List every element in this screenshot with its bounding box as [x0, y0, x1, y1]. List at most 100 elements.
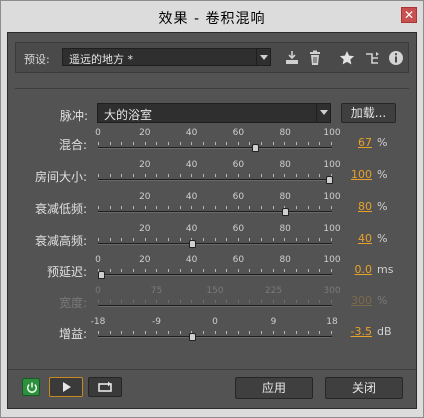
tick-mark — [144, 238, 146, 241]
close-button[interactable]: 关闭 — [325, 377, 403, 399]
tick-mark — [249, 331, 251, 334]
room-size-label: 房间大小: — [34, 170, 87, 184]
tick-mark — [144, 142, 146, 145]
load-impulse-button[interactable]: 加载... — [341, 103, 396, 123]
effect-window: 效果 - 卷积混响 ✕ 预设: 遥远的地方 * 脉冲: 大的浴室 加载... 混… — [0, 0, 424, 418]
tick-label: 20 — [139, 255, 151, 265]
mix-slider[interactable] — [98, 141, 332, 153]
tick-mark — [98, 174, 99, 177]
tick-mark — [272, 142, 274, 145]
tick-mark — [214, 269, 216, 272]
tick-mark — [261, 300, 263, 303]
tick-mark — [214, 238, 216, 241]
tick-mark — [319, 269, 321, 272]
damping-hf-label: 衰减高频: — [34, 234, 87, 248]
tick-label: 0 — [212, 317, 218, 327]
mix-value[interactable]: 67 — [346, 136, 372, 149]
tick-mark — [284, 142, 286, 145]
room-size-slider-thumb[interactable] — [326, 176, 333, 184]
tick-mark — [179, 206, 181, 209]
pre-delay-slider-thumb[interactable] — [98, 271, 105, 279]
tick-label: 60 — [232, 160, 245, 170]
damping-hf-unit: % — [377, 232, 388, 245]
tick-mark — [144, 206, 146, 209]
tick-label: -9 — [152, 317, 161, 327]
damping-hf-slider-thumb[interactable] — [188, 240, 196, 248]
tick-mark — [249, 300, 251, 303]
pre-delay-slider[interactable] — [98, 268, 332, 280]
tick-mark — [179, 238, 181, 241]
section-divider — [15, 88, 409, 89]
tick-mark — [109, 300, 111, 303]
tick-label: -18 — [90, 317, 106, 327]
title-bar[interactable]: 效果 - 卷积混响 ✕ — [1, 1, 423, 31]
tick-mark — [132, 238, 134, 241]
preview-play-button[interactable] — [49, 377, 83, 397]
close-window-button[interactable]: ✕ — [401, 7, 417, 23]
tick-mark — [284, 300, 286, 303]
info-icon[interactable] — [387, 49, 405, 67]
tick-mark — [237, 174, 239, 177]
tick-mark — [226, 238, 228, 241]
loop-toggle-button[interactable] — [88, 377, 122, 397]
tick-label: 0 — [95, 286, 101, 296]
tick-mark — [237, 142, 239, 145]
tick-mark — [202, 238, 204, 241]
tick-mark — [319, 174, 321, 177]
apply-button[interactable]: 应用 — [235, 377, 313, 399]
gain-unit: dB — [377, 325, 392, 338]
tick-mark — [261, 174, 263, 177]
tick-mark — [167, 269, 169, 272]
tick-mark — [226, 174, 228, 177]
mix-slider-thumb[interactable] — [251, 144, 259, 152]
power-icon — [26, 382, 38, 393]
window-title: 效果 - 卷积混响 — [158, 11, 266, 27]
tick-mark — [144, 174, 146, 177]
tick-label: 100 — [323, 255, 341, 265]
chevron-down-icon — [316, 104, 330, 122]
tick-mark — [319, 331, 321, 334]
tick-mark — [109, 331, 111, 334]
damping-lf-value[interactable]: 80 — [346, 200, 372, 213]
pre-delay-tick-labels: 0 20 40 60 80 100 — [95, 255, 340, 267]
tick-mark — [132, 331, 134, 334]
routing-icon[interactable] — [364, 49, 382, 67]
favorite-star-icon[interactable] — [338, 49, 356, 67]
pre-delay-value[interactable]: 0.0 — [346, 263, 373, 276]
tick-label: 20 — [139, 128, 151, 138]
tick-mark — [121, 142, 123, 145]
damping-hf-value[interactable]: 40 — [346, 232, 372, 245]
damping-lf-slider[interactable] — [98, 205, 332, 217]
slider-groove — [98, 211, 332, 213]
tick-mark — [144, 300, 146, 303]
slider-row-gain: 增益: -18 -9 0 9 18 -3.5 dB — [8, 317, 416, 347]
width-slider[interactable] — [98, 299, 332, 311]
width-value[interactable]: 300 — [346, 294, 372, 307]
impulse-dropdown[interactable]: 大的浴室 — [97, 103, 331, 123]
tick-mark — [261, 269, 263, 272]
tick-label: 40 — [185, 224, 198, 234]
save-preset-icon[interactable] — [283, 49, 301, 67]
slider-groove — [98, 274, 332, 276]
gain-slider-thumb[interactable] — [189, 333, 197, 341]
damping-hf-slider[interactable] — [98, 237, 332, 249]
tick-mark — [249, 206, 251, 209]
loop-icon — [98, 381, 112, 392]
tick-mark — [331, 269, 332, 272]
damping-lf-slider-thumb[interactable] — [282, 208, 290, 216]
preset-dropdown[interactable]: 遥远的地方 * — [62, 48, 271, 66]
delete-preset-icon[interactable] — [306, 49, 324, 67]
power-toggle[interactable] — [22, 378, 40, 396]
tick-mark — [109, 238, 111, 241]
tick-label: 60 — [232, 192, 245, 202]
tick-mark — [156, 142, 158, 145]
chevron-down-icon — [256, 49, 270, 65]
tick-mark — [167, 206, 169, 209]
gain-slider[interactable] — [98, 330, 332, 342]
gain-value[interactable]: -3.5 — [346, 325, 372, 338]
room-size-value[interactable]: 100 — [346, 168, 372, 181]
room-size-slider[interactable] — [98, 173, 333, 185]
tick-mark — [296, 142, 298, 145]
tick-mark — [226, 142, 228, 145]
tick-mark — [237, 238, 239, 241]
